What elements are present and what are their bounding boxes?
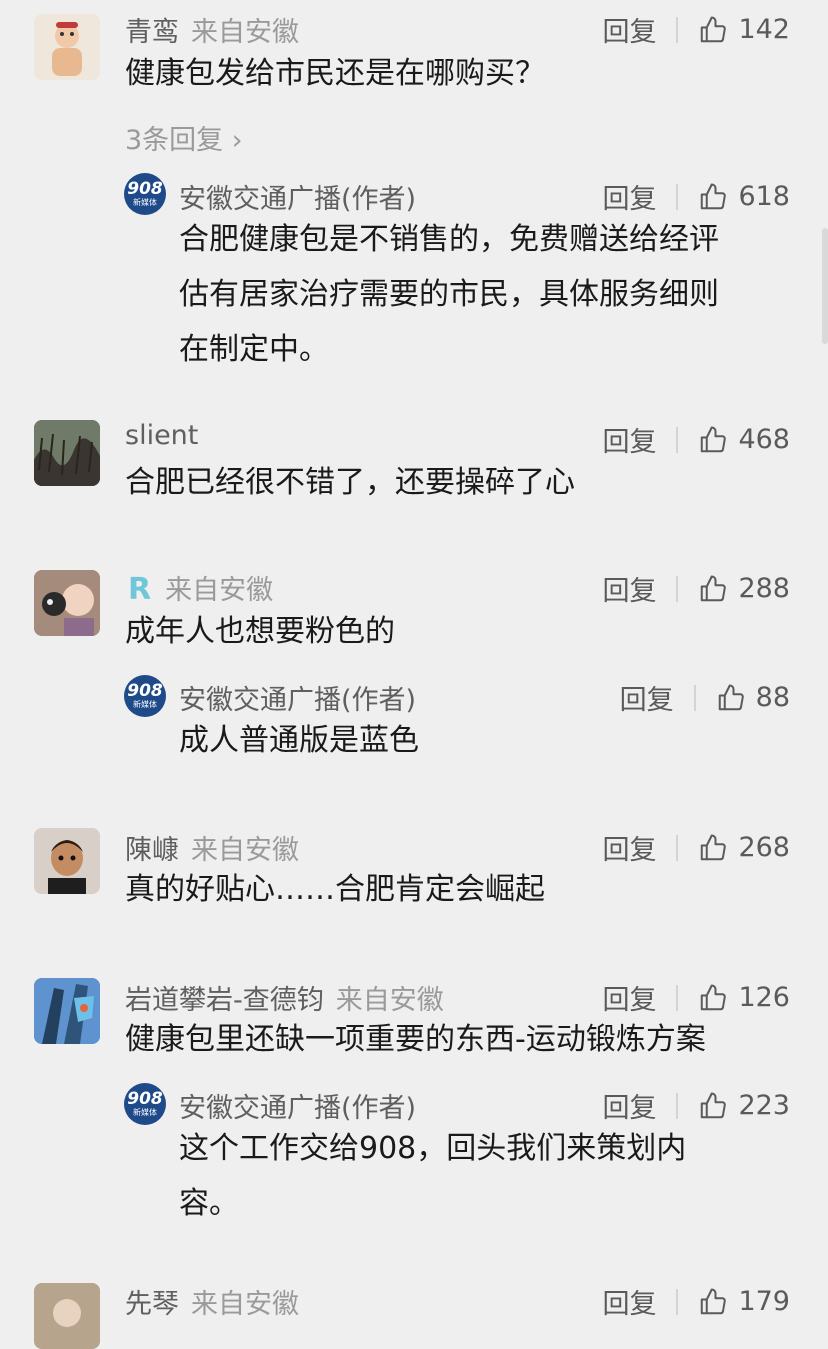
author-name: 先琴 bbox=[125, 1289, 179, 1320]
location-tag: 来自安徽 bbox=[165, 575, 274, 606]
reply-button[interactable]: 回复 bbox=[602, 1282, 656, 1321]
comment-actions: 回复 179 bbox=[602, 1282, 790, 1321]
thumbs-up-icon bbox=[718, 684, 744, 710]
divider bbox=[676, 426, 679, 453]
comment-actions: 回复 142 bbox=[602, 10, 790, 49]
comment-author[interactable]: 青鸾 来自安徽 bbox=[125, 10, 299, 49]
like-count: 223 bbox=[738, 1090, 790, 1121]
avatar-subtitle: 新媒体 bbox=[133, 1108, 157, 1117]
thumbs-up-icon bbox=[701, 426, 727, 452]
thumbs-up-icon bbox=[701, 183, 727, 209]
comment-text: 真的好贴心……合肥肯定会崛起 bbox=[125, 872, 545, 907]
avatar[interactable] bbox=[34, 978, 100, 1044]
author-name: 青鸾 bbox=[125, 17, 179, 48]
comment-author[interactable]: slient bbox=[125, 420, 198, 451]
reply-text-line: 在制定中。 bbox=[179, 332, 329, 367]
reply-button[interactable]: 回复 bbox=[602, 828, 656, 867]
avatar-number: 908 bbox=[127, 1089, 163, 1109]
location-tag: 来自安徽 bbox=[191, 1289, 299, 1320]
like-count: 142 bbox=[738, 14, 790, 45]
scrollbar[interactable] bbox=[822, 228, 828, 344]
thumbs-up-icon bbox=[701, 1092, 727, 1118]
avatar-number: 908 bbox=[127, 179, 163, 199]
divider bbox=[676, 834, 679, 861]
comment-text: 健康包发给市民还是在哪购买？ bbox=[125, 56, 545, 91]
reply-button[interactable]: 回复 bbox=[602, 420, 656, 459]
like-button[interactable]: 223 bbox=[698, 1090, 790, 1121]
thumbs-up-icon bbox=[701, 575, 727, 601]
comment-text: 合肥已经很不错了，还要操碎了心 bbox=[125, 465, 575, 500]
reply-author[interactable]: 安徽交通广播(作者) bbox=[179, 678, 416, 717]
reply-button[interactable]: 回复 bbox=[602, 569, 656, 608]
thumbs-up-icon bbox=[701, 834, 727, 860]
reply-text-line: 估有居家治疗需要的市民，具体服务细则 bbox=[179, 277, 719, 312]
reply-actions: 回复 618 bbox=[602, 177, 790, 216]
like-button[interactable]: 618 bbox=[698, 181, 790, 212]
reply-button[interactable]: 回复 bbox=[602, 177, 656, 216]
thumbs-up-icon bbox=[701, 1288, 727, 1314]
reply-author[interactable]: 安徽交通广播(作者) bbox=[179, 177, 416, 216]
like-button[interactable]: 88 bbox=[716, 682, 790, 713]
thumbs-up-icon bbox=[701, 984, 727, 1010]
reply-text-line: 这个工作交给908，回头我们来策划内 bbox=[179, 1131, 687, 1166]
like-count: 179 bbox=[738, 1286, 790, 1317]
more-replies-label: 3条回复 bbox=[125, 125, 224, 156]
avatar-number: 908 bbox=[127, 681, 163, 701]
comment-actions: 回复 268 bbox=[602, 828, 790, 867]
thumbs-up-icon bbox=[701, 16, 727, 42]
like-count: 288 bbox=[738, 573, 790, 604]
reply-button[interactable]: 回复 bbox=[602, 1086, 656, 1125]
divider bbox=[676, 575, 679, 602]
like-count: 126 bbox=[738, 982, 790, 1013]
like-count: 88 bbox=[755, 682, 790, 713]
reply-button[interactable]: 回复 bbox=[620, 678, 674, 717]
like-button[interactable]: 468 bbox=[698, 424, 790, 455]
avatar[interactable] bbox=[34, 14, 100, 80]
author-avatar[interactable]: 908 新媒体 bbox=[124, 1083, 166, 1125]
reply-text-line: 容。 bbox=[179, 1186, 239, 1221]
like-button[interactable]: 126 bbox=[698, 982, 790, 1013]
divider bbox=[676, 1288, 679, 1315]
like-button[interactable]: 288 bbox=[698, 573, 790, 604]
comment-author[interactable]: 先琴 来自安徽 bbox=[125, 1282, 299, 1321]
reply-text: 成人普通版是蓝色 bbox=[179, 713, 419, 768]
like-count: 618 bbox=[738, 181, 790, 212]
more-replies-link[interactable]: 3条回复 › bbox=[125, 118, 243, 157]
divider bbox=[693, 684, 696, 711]
avatar-subtitle: 新媒体 bbox=[133, 198, 157, 207]
author-avatar[interactable]: 908 新媒体 bbox=[124, 173, 166, 215]
avatar[interactable] bbox=[34, 828, 100, 894]
avatar[interactable] bbox=[34, 420, 100, 486]
location-tag: 来自安徽 bbox=[191, 17, 299, 48]
divider bbox=[676, 1092, 679, 1119]
like-count: 468 bbox=[738, 424, 790, 455]
author-name: R bbox=[128, 572, 152, 607]
chevron-right-icon: › bbox=[223, 125, 243, 156]
like-button[interactable]: 142 bbox=[698, 14, 790, 45]
reply-button[interactable]: 回复 bbox=[602, 10, 656, 49]
avatar[interactable] bbox=[34, 570, 100, 636]
comment-actions: 回复 288 bbox=[602, 569, 790, 608]
reply-actions: 回复 88 bbox=[620, 678, 790, 717]
like-count: 268 bbox=[738, 832, 790, 863]
comment-author[interactable]: R 来自安徽 bbox=[128, 568, 273, 607]
author-avatar[interactable]: 908 新媒体 bbox=[124, 675, 166, 717]
reply-actions: 回复 223 bbox=[602, 1086, 790, 1125]
like-button[interactable]: 179 bbox=[698, 1286, 790, 1317]
comment-text: 健康包里还缺一项重要的东西-运动锻炼方案 bbox=[125, 1022, 706, 1057]
reply-text-line: 成人普通版是蓝色 bbox=[179, 723, 419, 758]
reply-author[interactable]: 安徽交通广播(作者) bbox=[179, 1086, 416, 1125]
reply-text: 这个工作交给908，回头我们来策划内 容。 bbox=[179, 1121, 686, 1231]
divider bbox=[676, 183, 679, 210]
avatar-subtitle: 新媒体 bbox=[133, 700, 157, 709]
author-name: slient bbox=[125, 420, 199, 451]
avatar[interactable] bbox=[34, 1283, 100, 1349]
reply-text: 合肥健康包是不销售的，免费赠送给经评 估有居家治疗需要的市民，具体服务细则 在制… bbox=[179, 212, 719, 377]
comment-text: 成年人也想要粉色的 bbox=[125, 614, 395, 649]
reply-text-line: 合肥健康包是不销售的，免费赠送给经评 bbox=[179, 222, 719, 257]
like-button[interactable]: 268 bbox=[698, 832, 790, 863]
comment-actions: 回复 468 bbox=[602, 420, 790, 459]
divider bbox=[676, 984, 679, 1011]
divider bbox=[676, 16, 679, 43]
